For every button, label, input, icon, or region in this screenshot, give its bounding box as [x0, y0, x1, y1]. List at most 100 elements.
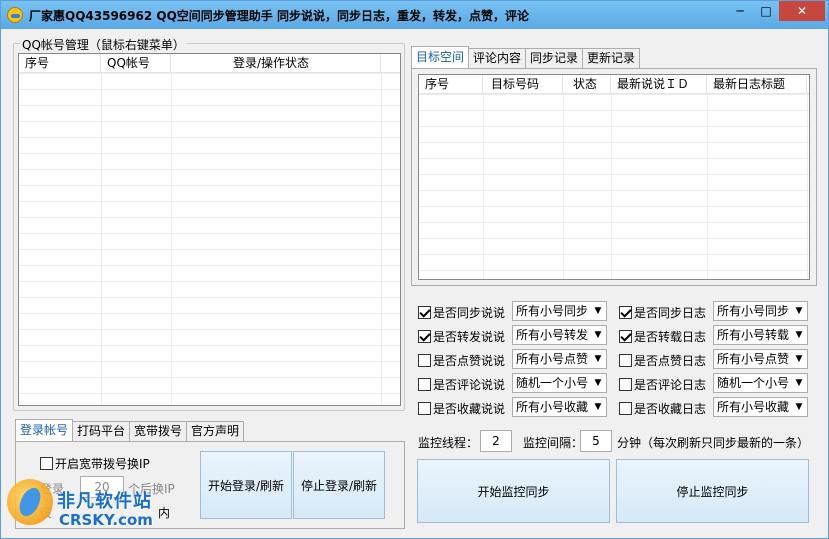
col-divider [171, 73, 172, 405]
watermark-cn: 非凡软件站 [57, 491, 152, 512]
stop-monitor-button[interactable]: 停止监控同步 [616, 459, 809, 523]
chevron-down-icon: ▼ [590, 350, 606, 368]
like-blogs-select[interactable]: 所有小号点赞 ▼ [713, 349, 808, 369]
option-sync-blogs[interactable]: 是否同步日志 [619, 304, 706, 321]
col-index[interactable]: 序号 [19, 54, 101, 73]
option-label: 是否点赞说说 [433, 354, 506, 368]
checkbox-box [619, 306, 632, 319]
option-label: 是否同步日志 [634, 306, 707, 320]
repost-blogs-select[interactable]: 所有小号转载 ▼ [713, 325, 808, 345]
sync-blogs-select[interactable]: 所有小号同步 ▼ [713, 301, 808, 321]
col-qq[interactable]: QQ帐号 [101, 54, 171, 73]
tab-comment-content[interactable]: 评论内容 [468, 48, 527, 68]
target-table-body [419, 94, 809, 279]
chevron-down-icon: ▼ [791, 374, 807, 392]
forward-posts-select[interactable]: 所有小号转发 ▼ [512, 325, 607, 345]
checkbox-box [619, 354, 632, 367]
tab-sync-records[interactable]: 同步记录 [525, 48, 584, 68]
maximize-button[interactable]: □ [753, 1, 779, 21]
col-divider [381, 73, 382, 405]
chevron-down-icon: ▼ [791, 326, 807, 344]
option-comment-posts[interactable]: 是否评论说说 [418, 376, 505, 393]
checkbox-box [418, 330, 431, 343]
option-repost-blogs[interactable]: 是否转载日志 [619, 328, 706, 345]
watermark-en: CRSKY.com [59, 511, 153, 529]
checkbox-box [619, 330, 632, 343]
chevron-down-icon: ▼ [791, 302, 807, 320]
start-monitor-button[interactable]: 开始监控同步 [417, 459, 610, 523]
threads-input[interactable]: 2 [480, 430, 512, 452]
select-value: 所有小号点赞 [717, 352, 790, 366]
tab-login-account[interactable]: 登录帐号 [15, 419, 74, 441]
option-forward-posts[interactable]: 是否转发说说 [418, 328, 505, 345]
col-index[interactable]: 序号 [419, 75, 483, 94]
chevron-down-icon: ▼ [590, 398, 606, 416]
tab-update-records[interactable]: 更新记录 [582, 48, 641, 68]
option-label: 是否同步说说 [433, 306, 506, 320]
accounts-table[interactable]: 序号 QQ帐号 登录/操作状态 [18, 53, 401, 406]
option-label: 是否转载日志 [634, 330, 707, 344]
option-like-posts[interactable]: 是否点赞说说 [418, 352, 505, 369]
tab-captcha-platform[interactable]: 打码平台 [72, 421, 131, 441]
option-label: 是否点赞日志 [634, 354, 707, 368]
col-divider [611, 94, 612, 279]
title-bar: 厂家惠QQ43596962 QQ空间同步管理助手 同步说说，同步日志，重发，转发… [1, 1, 828, 29]
comment-posts-select[interactable]: 随机一个小号 ▼ [512, 373, 607, 393]
watermark-logo-icon [7, 479, 53, 525]
col-state[interactable]: 状态 [563, 75, 611, 94]
stop-login-button[interactable]: 停止登录/刷新 [293, 451, 385, 519]
interval-suffix: 分钟（每次刷新只同步最新的一条） [617, 436, 810, 450]
option-sync-posts[interactable]: 是否同步说说 [418, 304, 505, 321]
interval-input[interactable]: 5 [580, 430, 612, 452]
favorite-posts-select[interactable]: 所有小号收藏 ▼ [512, 397, 607, 417]
option-favorite-blogs[interactable]: 是否收藏日志 [619, 400, 706, 417]
start-login-button[interactable]: 开始登录/刷新 [200, 451, 292, 519]
minimize-button[interactable]: ─ [727, 1, 753, 21]
col-divider [483, 94, 484, 279]
app-icon [7, 7, 23, 23]
col-status[interactable]: 登录/操作状态 [171, 54, 381, 73]
tab-official-statement[interactable]: 官方声明 [186, 421, 245, 441]
col-latest-post-id[interactable]: 最新说说ＩＤ [611, 75, 707, 94]
col-target-number[interactable]: 目标号码 [483, 75, 563, 94]
tab-broadband-dial[interactable]: 宽带拨号 [129, 421, 188, 441]
bottom-tabs: 登录帐号 打码平台 宽带拨号 官方声明 [15, 419, 245, 441]
checkbox-box [619, 402, 632, 415]
checkbox-box [418, 378, 431, 391]
target-space-panel: 序号 目标号码 状态 最新说说ＩＤ 最新日志标题 [411, 68, 817, 286]
chevron-down-icon: ▼ [590, 326, 606, 344]
chevron-down-icon: ▼ [590, 302, 606, 320]
select-value: 所有小号同步 [516, 304, 589, 318]
sync-posts-select[interactable]: 所有小号同步 ▼ [512, 301, 607, 321]
select-value: 随机一个小号 [717, 376, 790, 390]
target-table-header: 序号 目标号码 状态 最新说说ＩＤ 最新日志标题 [419, 75, 809, 94]
select-value: 所有小号收藏 [717, 400, 790, 414]
accounts-table-header: 序号 QQ帐号 登录/操作状态 [19, 54, 400, 73]
site-watermark: 非凡软件站 CRSKY.com [1, 461, 201, 539]
select-value: 所有小号点赞 [516, 352, 589, 366]
col-divider [101, 73, 102, 405]
checkbox-box [418, 402, 431, 415]
accounts-table-body [19, 73, 400, 405]
option-like-blogs[interactable]: 是否点赞日志 [619, 352, 706, 369]
close-button[interactable]: ✕ [779, 1, 825, 21]
target-table[interactable]: 序号 目标号码 状态 最新说说ＩＤ 最新日志标题 [418, 74, 810, 280]
col-latest-blog-title[interactable]: 最新日志标题 [707, 75, 807, 94]
chevron-down-icon: ▼ [791, 398, 807, 416]
option-comment-blogs[interactable]: 是否评论日志 [619, 376, 706, 393]
window-title: 厂家惠QQ43596962 QQ空间同步管理助手 同步说说，同步日志，重发，转发… [29, 9, 529, 23]
comment-blogs-select[interactable]: 随机一个小号 ▼ [713, 373, 808, 393]
col-divider [707, 94, 708, 279]
chevron-down-icon: ▼ [590, 374, 606, 392]
option-label: 是否收藏说说 [433, 402, 506, 416]
chevron-down-icon: ▼ [791, 350, 807, 368]
favorite-blogs-select[interactable]: 所有小号收藏 ▼ [713, 397, 808, 417]
accounts-group-title: QQ帐号管理（鼠标右键菜单） [20, 36, 187, 53]
col-divider [563, 94, 564, 279]
option-favorite-posts[interactable]: 是否收藏说说 [418, 400, 505, 417]
select-value: 随机一个小号 [516, 376, 589, 390]
like-posts-select[interactable]: 所有小号点赞 ▼ [512, 349, 607, 369]
tab-target-space[interactable]: 目标空间 [411, 46, 470, 68]
option-label: 是否评论日志 [634, 378, 707, 392]
select-value: 所有小号转发 [516, 328, 589, 342]
